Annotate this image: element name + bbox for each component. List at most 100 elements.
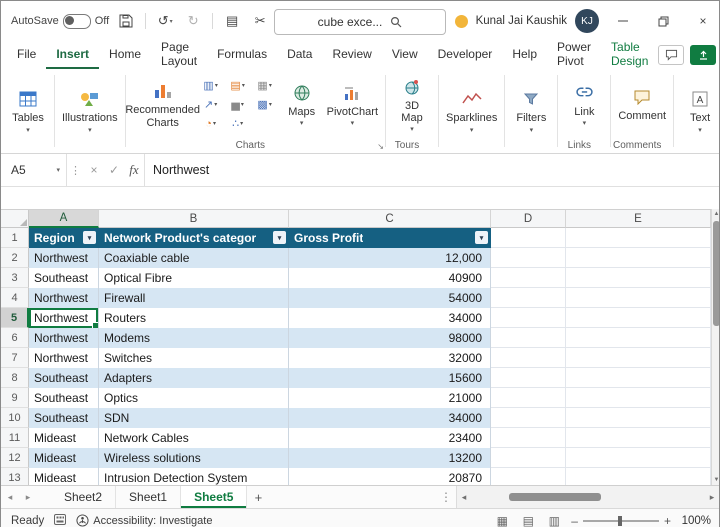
cell-C6[interactable]: 98000 bbox=[289, 328, 491, 348]
illustrations-button[interactable]: Illustrations ▾ bbox=[59, 86, 121, 135]
line-chart-icon[interactable]: ↗▾ bbox=[198, 96, 224, 114]
column-chart-icon[interactable]: ▥▾ bbox=[198, 77, 224, 95]
cell-C3[interactable]: 40900 bbox=[289, 268, 491, 288]
cell-A3[interactable]: Southeast bbox=[29, 268, 99, 288]
add-sheet-button[interactable]: + bbox=[247, 486, 269, 508]
cell-E5[interactable] bbox=[566, 308, 711, 328]
tab-insert[interactable]: Insert bbox=[46, 41, 99, 69]
zoom-in-icon[interactable]: + bbox=[664, 514, 671, 527]
charts-dialog-launcher-icon[interactable]: ↘ bbox=[377, 142, 384, 151]
user-avatar[interactable]: KJ bbox=[575, 9, 599, 33]
share-button[interactable] bbox=[690, 45, 716, 65]
accessibility-button[interactable]: Accessibility: Investigate bbox=[76, 514, 212, 527]
row-header-4[interactable]: 4 bbox=[1, 288, 29, 308]
save-button[interactable] bbox=[115, 9, 137, 33]
cell-B7[interactable]: Switches bbox=[99, 348, 289, 368]
horizontal-scroll-thumb[interactable] bbox=[509, 493, 601, 501]
tab-help[interactable]: Help bbox=[502, 41, 547, 69]
cell-D5[interactable] bbox=[491, 308, 566, 328]
cell-C10[interactable]: 34000 bbox=[289, 408, 491, 428]
cell-B11[interactable]: Network Cables bbox=[99, 428, 289, 448]
row-header-8[interactable]: 8 bbox=[1, 368, 29, 388]
tab-formulas[interactable]: Formulas bbox=[207, 41, 277, 69]
cell-D10[interactable] bbox=[491, 408, 566, 428]
tab-view[interactable]: View bbox=[382, 41, 428, 69]
sheet-tab-sheet5[interactable]: Sheet5 bbox=[181, 486, 247, 508]
cell-D1[interactable] bbox=[491, 228, 566, 248]
cell-C12[interactable]: 13200 bbox=[289, 448, 491, 468]
pie-chart-icon[interactable]: ◔▾ bbox=[198, 115, 224, 133]
cell-C5[interactable]: 34000 bbox=[289, 308, 491, 328]
cell-B9[interactable]: Optics bbox=[99, 388, 289, 408]
insert-function-button[interactable]: fx bbox=[124, 159, 144, 181]
cell-D2[interactable] bbox=[491, 248, 566, 268]
name-box[interactable]: A5 ▾ bbox=[1, 154, 67, 186]
sheet-nav-left-icon[interactable]: ◂ bbox=[1, 486, 19, 508]
cell-A2[interactable]: Northwest bbox=[29, 248, 99, 268]
cell-D13[interactable] bbox=[491, 468, 566, 485]
cell-E3[interactable] bbox=[566, 268, 711, 288]
filters-button[interactable]: Filters ▾ bbox=[509, 86, 553, 135]
cell-E12[interactable] bbox=[566, 448, 711, 468]
row-header-5[interactable]: 5 bbox=[1, 308, 29, 328]
sheet-tab-sheet1[interactable]: Sheet1 bbox=[116, 486, 181, 508]
sparklines-button[interactable]: Sparklines ▾ bbox=[443, 86, 500, 135]
cell-B5[interactable]: Routers bbox=[99, 308, 289, 328]
tab-page-layout[interactable]: Page Layout bbox=[151, 41, 207, 69]
cell-A6[interactable]: Northwest bbox=[29, 328, 99, 348]
cell-D11[interactable] bbox=[491, 428, 566, 448]
maps-button[interactable]: Maps ▾ bbox=[280, 80, 324, 129]
cell-E7[interactable] bbox=[566, 348, 711, 368]
column-header-a[interactable]: A bbox=[29, 210, 99, 228]
table-header-region[interactable]: Region▾ bbox=[29, 228, 99, 248]
cell-A9[interactable]: Southeast bbox=[29, 388, 99, 408]
3d-map-button[interactable]: 3D Map ▾ bbox=[390, 74, 434, 136]
cell-E13[interactable] bbox=[566, 468, 711, 485]
cell-D6[interactable] bbox=[491, 328, 566, 348]
cell-B10[interactable]: SDN bbox=[99, 408, 289, 428]
row-header-10[interactable]: 10 bbox=[1, 408, 29, 428]
cell-A5[interactable]: Northwest bbox=[29, 308, 99, 328]
tab-developer[interactable]: Developer bbox=[428, 41, 503, 69]
row-header-2[interactable]: 2 bbox=[1, 248, 29, 268]
scroll-down-icon[interactable]: ▼ bbox=[712, 477, 719, 483]
cell-C7[interactable]: 32000 bbox=[289, 348, 491, 368]
restore-button[interactable] bbox=[647, 1, 679, 41]
cell-D12[interactable] bbox=[491, 448, 566, 468]
cell-D4[interactable] bbox=[491, 288, 566, 308]
cell-C9[interactable]: 21000 bbox=[289, 388, 491, 408]
comment-button[interactable]: Comment bbox=[615, 84, 669, 124]
normal-view-icon[interactable]: ▦ bbox=[493, 514, 511, 527]
pivotchart-button[interactable]: PivotChart ▾ bbox=[324, 80, 381, 129]
cell-E6[interactable] bbox=[566, 328, 711, 348]
row-header-1[interactable]: 1 bbox=[1, 228, 29, 248]
page-layout-view-icon[interactable]: ▤ bbox=[519, 514, 537, 527]
tab-power-pivot[interactable]: Power Pivot bbox=[547, 41, 601, 69]
waterfall-chart-icon[interactable]: ▦▾ bbox=[252, 77, 278, 95]
tab-data[interactable]: Data bbox=[277, 41, 322, 69]
page-break-view-icon[interactable]: ▥ bbox=[545, 514, 563, 527]
row-header-12[interactable]: 12 bbox=[1, 448, 29, 468]
cell-A7[interactable]: Northwest bbox=[29, 348, 99, 368]
minimize-button[interactable] bbox=[607, 1, 639, 41]
sheet-nav-right-icon[interactable]: ▸ bbox=[19, 486, 37, 508]
combo-chart-icon[interactable]: ▩▾ bbox=[252, 96, 278, 114]
cell-A12[interactable]: Mideast bbox=[29, 448, 99, 468]
cell-A11[interactable]: Mideast bbox=[29, 428, 99, 448]
cell-C2[interactable]: 12,000 bbox=[289, 248, 491, 268]
cell-C13[interactable]: 20870 bbox=[289, 468, 491, 485]
cell-A10[interactable]: Southeast bbox=[29, 408, 99, 428]
column-header-e[interactable]: E bbox=[566, 210, 711, 228]
row-header-11[interactable]: 11 bbox=[1, 428, 29, 448]
tab-review[interactable]: Review bbox=[322, 41, 381, 69]
hierarchy-chart-icon[interactable]: ▤▾ bbox=[225, 77, 251, 95]
filter-button-profit[interactable]: ▾ bbox=[475, 231, 488, 244]
cell-C11[interactable]: 23400 bbox=[289, 428, 491, 448]
sheet-tab-sheet2[interactable]: Sheet2 bbox=[51, 486, 116, 508]
cut-icon[interactable]: ✂ bbox=[249, 9, 271, 33]
row-header-13[interactable]: 13 bbox=[1, 468, 29, 485]
zoom-slider[interactable]: – + bbox=[571, 514, 671, 527]
cell-E1[interactable] bbox=[566, 228, 711, 248]
table-header-category[interactable]: Network Product's categor▾ bbox=[99, 228, 289, 248]
cell-E9[interactable] bbox=[566, 388, 711, 408]
